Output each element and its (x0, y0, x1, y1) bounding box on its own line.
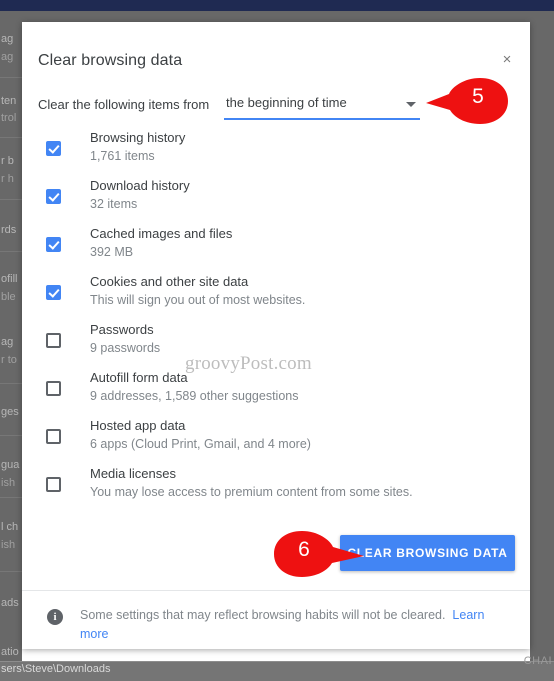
background-text-fragment: ble (1, 291, 16, 303)
clear-item-sublabel: 9 passwords (90, 341, 161, 355)
clear-item-sublabel: 392 MB (90, 245, 134, 259)
callout-marker-6: 6 (268, 527, 368, 581)
background-text-fragment: r h (1, 173, 14, 185)
background-divider (0, 137, 24, 138)
background-text-fragment: ish (1, 477, 16, 489)
chevron-down-icon (406, 102, 416, 107)
checkbox-unchecked-icon[interactable] (46, 381, 61, 396)
background-divider (0, 497, 24, 498)
clear-item-label: Media licenses (90, 466, 176, 481)
background-text-fragment: ads (1, 597, 19, 609)
dialog-footer: i Some settings that may reflect browsin… (22, 590, 530, 648)
checkbox-checked-icon[interactable] (46, 189, 61, 204)
clear-item-row[interactable]: Cached images and files 392 MB (38, 226, 514, 268)
background-divider (0, 77, 24, 78)
clear-item-sublabel: You may lose access to premium content f… (90, 485, 413, 499)
clear-item-label: Cached images and files (90, 226, 233, 241)
screen: ag ag ten trol r b r h rds ofill ble ag r to ges gua… (0, 0, 554, 681)
background-text-fragment: ten (1, 95, 17, 107)
dialog-title: Clear browsing data (38, 52, 183, 69)
background-text-fragment: ish (1, 539, 16, 551)
clear-item-sublabel: 1,761 items (90, 149, 155, 163)
background-text-fragment: gua (1, 459, 20, 471)
background-divider (0, 383, 24, 384)
clear-item-label: Autofill form data (90, 370, 188, 385)
background-divider (0, 251, 24, 252)
checkbox-unchecked-icon[interactable] (46, 477, 61, 492)
checkbox-checked-icon[interactable] (46, 237, 61, 252)
clear-item-row[interactable]: Hosted app data 6 apps (Cloud Print, Gmai… (38, 418, 514, 460)
clear-item-row[interactable]: Passwords 9 passwords (38, 322, 514, 364)
callout-marker-5: 5 (424, 74, 516, 128)
checkbox-unchecked-icon[interactable] (46, 333, 61, 348)
clear-item-row[interactable]: Cookies and other site data This will sig… (38, 274, 514, 316)
close-icon[interactable]: × (494, 47, 520, 73)
background-divider (0, 571, 24, 572)
background-text-fragment: trol (1, 112, 17, 124)
background-text-fragment: ofill (1, 273, 18, 285)
time-range-dropdown[interactable]: the beginning of time (224, 92, 420, 120)
background-text-fragment: rds (1, 224, 17, 236)
footer-note: Some settings that may reflect browsing … (80, 606, 500, 644)
download-path-text: sers\Steve\Downloads (1, 663, 111, 675)
background-right-text: CHAI (523, 655, 552, 667)
background-divider (0, 199, 24, 200)
footer-note-text: Some settings that may reflect browsing … (80, 608, 446, 622)
clear-item-row[interactable]: Browsing history 1,761 items (38, 130, 514, 172)
clear-item-sublabel: This will sign you out of most websites. (90, 293, 306, 307)
clear-item-sublabel: 9 addresses, 1,589 other suggestions (90, 389, 299, 403)
background-divider (0, 435, 24, 436)
clear-item-label: Download history (90, 178, 190, 193)
callout-teardrop-left-icon (426, 78, 508, 124)
background-text-fragment: l ch (1, 521, 19, 533)
clear-items-list: Browsing history 1,761 items Download hist… (38, 130, 514, 514)
background-text-fragment: ges (1, 406, 19, 418)
callout-teardrop-right-icon (274, 531, 364, 577)
clear-item-row[interactable]: Media licenses You may lose access to pre… (38, 466, 514, 508)
clear-item-label: Passwords (90, 322, 154, 337)
background-text-fragment: r b (1, 155, 14, 167)
background-text-fragment: atio (1, 646, 19, 658)
clear-item-row[interactable]: Autofill form data 9 addresses, 1,589 oth… (38, 370, 514, 412)
clear-item-sublabel: 32 items (90, 197, 138, 211)
background-text-fragment: r to (1, 354, 17, 366)
info-icon: i (47, 609, 63, 625)
time-range-label: Clear the following items from (38, 97, 210, 112)
clear-item-label: Hosted app data (90, 418, 186, 433)
clear-item-row[interactable]: Download history 32 items (38, 178, 514, 220)
background-text-fragment: ag (1, 33, 14, 45)
clear-item-label: Browsing history (90, 130, 186, 145)
checkbox-checked-icon[interactable] (46, 285, 61, 300)
background-text-fragment: ag (1, 51, 14, 63)
background-text-fragment: ag (1, 336, 14, 348)
clear-item-label: Cookies and other site data (90, 274, 249, 289)
clear-item-sublabel: 6 apps (Cloud Print, Gmail, and 4 more) (90, 437, 311, 451)
time-range-selected-value: the beginning of time (226, 95, 347, 110)
background-settings-text: ag ag ten trol r b r h rds ofill ble ag r to ges gua… (0, 11, 24, 666)
checkbox-unchecked-icon[interactable] (46, 429, 61, 444)
checkbox-checked-icon[interactable] (46, 141, 61, 156)
